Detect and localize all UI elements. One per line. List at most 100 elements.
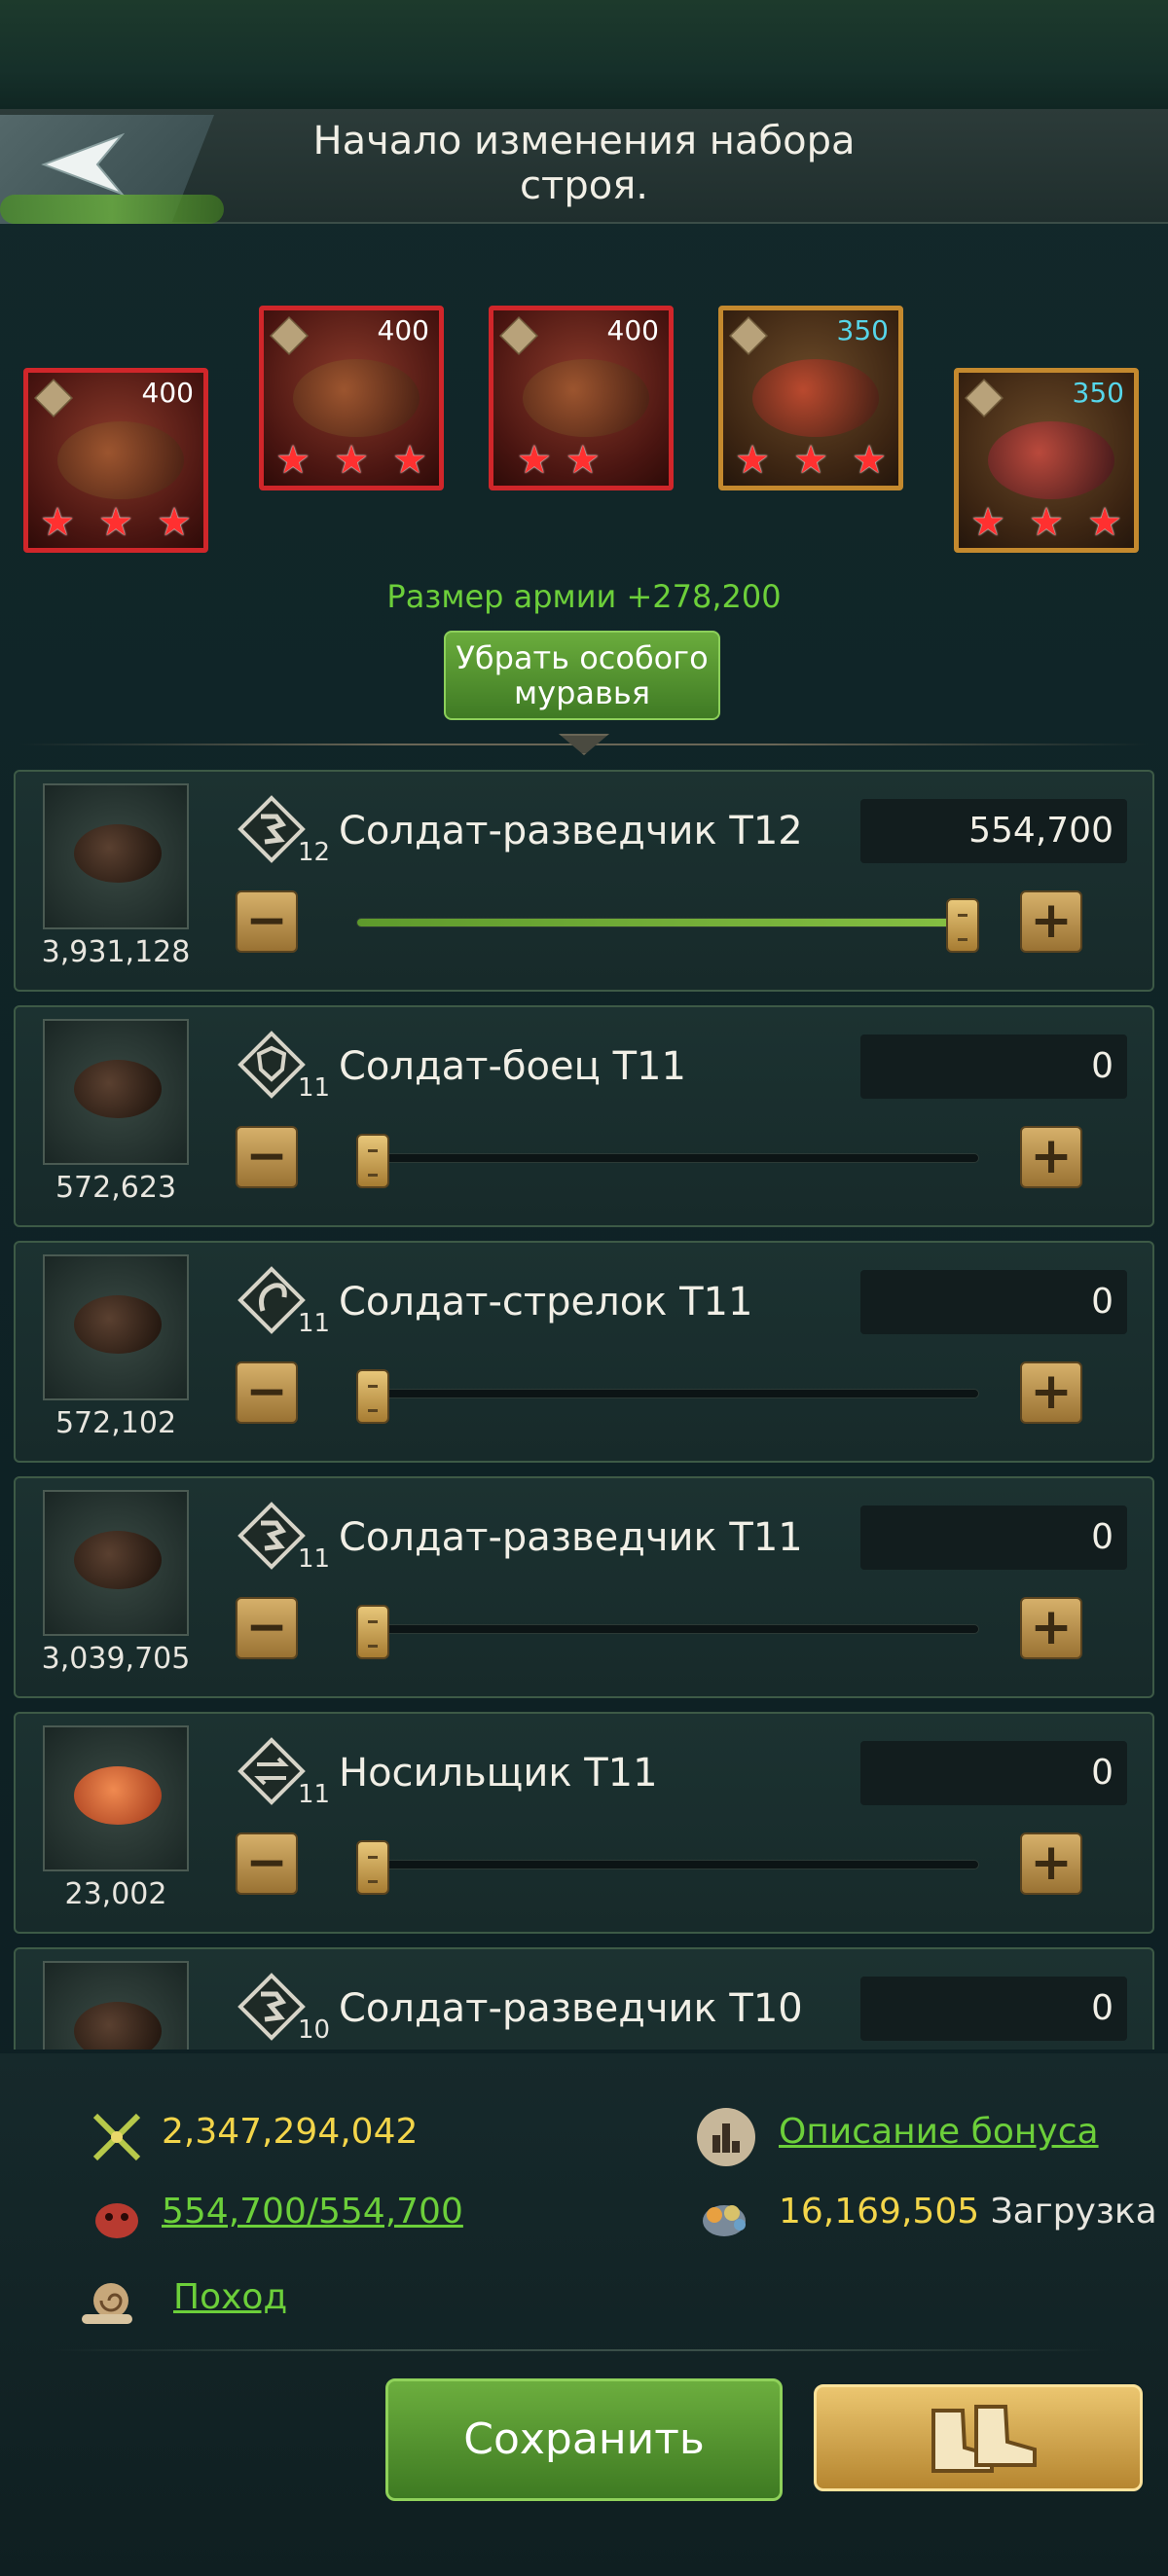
ant-portrait <box>293 359 420 437</box>
march-link[interactable]: Поход <box>173 2277 287 2317</box>
troop-type-icon <box>965 379 1004 417</box>
star-icon: ★ <box>1087 500 1122 545</box>
bonus-description-link[interactable]: Описание бонуса <box>779 2112 1099 2152</box>
increase-button[interactable]: + <box>1020 1597 1082 1659</box>
troop-portrait <box>43 783 189 929</box>
troop-power: 23,002 <box>64 1877 167 1911</box>
army-card[interactable]: 400 ★ ★ <box>489 306 674 490</box>
star-icon: ★ <box>40 500 75 545</box>
troop-row: 572,623 11 Солдат-боец T11 0 − + <box>14 1005 1154 1227</box>
quantity-slider[interactable] <box>356 1153 979 1163</box>
star-rating: ★ ★ ★ <box>28 501 203 544</box>
troop-power: 3,931,128 <box>41 935 191 969</box>
quantity-slider[interactable] <box>356 1389 979 1398</box>
troop-type-icon <box>499 316 538 355</box>
card-count: 400 <box>606 314 659 346</box>
troop-row: 23,002 11 Носильщик T11 0 − + <box>14 1712 1154 1934</box>
decrease-button[interactable]: − <box>236 1832 298 1895</box>
footer-divider <box>49 2349 1110 2351</box>
quantity-slider[interactable] <box>356 1624 979 1634</box>
troop-row: 3,931,128 12 Солдат-разведчик T12 554,70… <box>14 770 1154 992</box>
ant-image <box>74 1766 162 1825</box>
increase-button[interactable]: + <box>1020 890 1082 953</box>
star-icon: ★ <box>517 438 552 483</box>
quantity-input[interactable]: 0 <box>860 1034 1127 1099</box>
star-icon: ★ <box>565 438 601 483</box>
card-count: 350 <box>836 314 889 346</box>
decrease-button[interactable]: − <box>236 1126 298 1188</box>
slider-handle[interactable] <box>946 898 979 953</box>
slider-handle[interactable] <box>356 1605 389 1659</box>
increase-button[interactable]: + <box>1020 1832 1082 1895</box>
army-card[interactable]: 350 ★ ★ ★ <box>718 306 903 490</box>
slider-fill <box>357 919 978 926</box>
army-card[interactable]: 400 ★ ★ ★ <box>259 306 444 490</box>
troop-type-icon <box>729 316 768 355</box>
increase-button[interactable]: + <box>1020 1361 1082 1424</box>
army-card[interactable]: 400 ★ ★ ★ <box>23 368 208 553</box>
slider-handle[interactable] <box>356 1369 389 1424</box>
slider-handle[interactable] <box>356 1134 389 1188</box>
star-rating: ★ ★ <box>493 439 669 482</box>
troop-portrait <box>43 1019 189 1165</box>
army-card[interactable]: 350 ★ ★ ★ <box>954 368 1139 553</box>
ant-count-icon <box>95 2203 138 2238</box>
remove-special-ant-button[interactable]: Убрать особого муравья <box>444 631 720 720</box>
ant-image <box>74 1060 162 1118</box>
bonus-stats-icon[interactable] <box>695 2106 757 2168</box>
ant-image <box>74 1295 162 1354</box>
troop-power: 572,623 <box>55 1171 177 1205</box>
troop-power: 3,039,705 <box>41 1642 191 1676</box>
quantity-slider[interactable] <box>356 918 979 927</box>
troop-count-link[interactable]: 554,700/554,700 <box>162 2192 463 2231</box>
shooter-type-icon <box>237 1266 306 1334</box>
troop-name: Солдат-стрелок T11 <box>339 1280 753 1324</box>
ant-portrait <box>988 421 1114 499</box>
page-title: Начало изменения набора строя. <box>312 119 856 208</box>
ant-portrait <box>752 359 879 437</box>
tier-level: 11 <box>298 1544 331 1574</box>
decrease-button[interactable]: − <box>236 1361 298 1424</box>
shield-type-icon <box>237 1031 306 1099</box>
star-icon: ★ <box>735 438 770 483</box>
ant-portrait <box>57 421 184 499</box>
troop-list[interactable]: 3,931,128 12 Солдат-разведчик T12 554,70… <box>0 765 1168 2050</box>
star-rating: ★ ★ ★ <box>723 439 898 482</box>
back-arrow-icon[interactable] <box>39 130 136 199</box>
load-label: Загрузка <box>990 2192 1157 2231</box>
troop-row: 572,102 11 Солдат-стрелок T11 0 − + <box>14 1241 1154 1463</box>
troop-portrait <box>43 1725 189 1871</box>
quantity-input[interactable]: 554,700 <box>860 799 1127 863</box>
top-background <box>0 0 1168 117</box>
troop-row: 3,039,705 11 Солдат-разведчик T11 0 − + <box>14 1476 1154 1698</box>
march-button[interactable] <box>814 2384 1143 2491</box>
star-icon: ★ <box>852 438 887 483</box>
slider-handle[interactable] <box>356 1840 389 1895</box>
save-button[interactable]: Сохранить <box>385 2378 783 2501</box>
troop-name: Солдат-разведчик T10 <box>339 1986 803 2031</box>
ant-image <box>74 1531 162 1589</box>
decrease-button[interactable]: − <box>236 1597 298 1659</box>
card-count: 400 <box>377 314 429 346</box>
ant-image <box>74 2002 162 2050</box>
scout-type-icon <box>237 1973 306 2041</box>
star-icon: ★ <box>793 438 828 483</box>
quantity-slider[interactable] <box>356 1860 979 1869</box>
troop-portrait <box>43 1490 189 1636</box>
troop-portrait <box>43 1961 189 2050</box>
quantity-input[interactable]: 0 <box>860 1977 1127 2041</box>
quantity-input[interactable]: 0 <box>860 1270 1127 1334</box>
star-icon: ★ <box>970 500 1005 545</box>
troop-name: Солдат-разведчик T12 <box>339 809 803 853</box>
load-capacity: 16,169,505 Загрузка <box>779 2192 1157 2231</box>
quantity-input[interactable]: 0 <box>860 1741 1127 1805</box>
quantity-input[interactable]: 0 <box>860 1506 1127 1570</box>
crossed-swords-icon <box>92 2113 141 2161</box>
star-icon: ★ <box>334 438 369 483</box>
star-rating: ★ ★ ★ <box>959 501 1134 544</box>
troop-portrait <box>43 1254 189 1400</box>
troop-name: Солдат-разведчик T11 <box>339 1515 803 1560</box>
decrease-button[interactable]: − <box>236 890 298 953</box>
increase-button[interactable]: + <box>1020 1126 1082 1188</box>
card-count: 350 <box>1072 377 1124 409</box>
